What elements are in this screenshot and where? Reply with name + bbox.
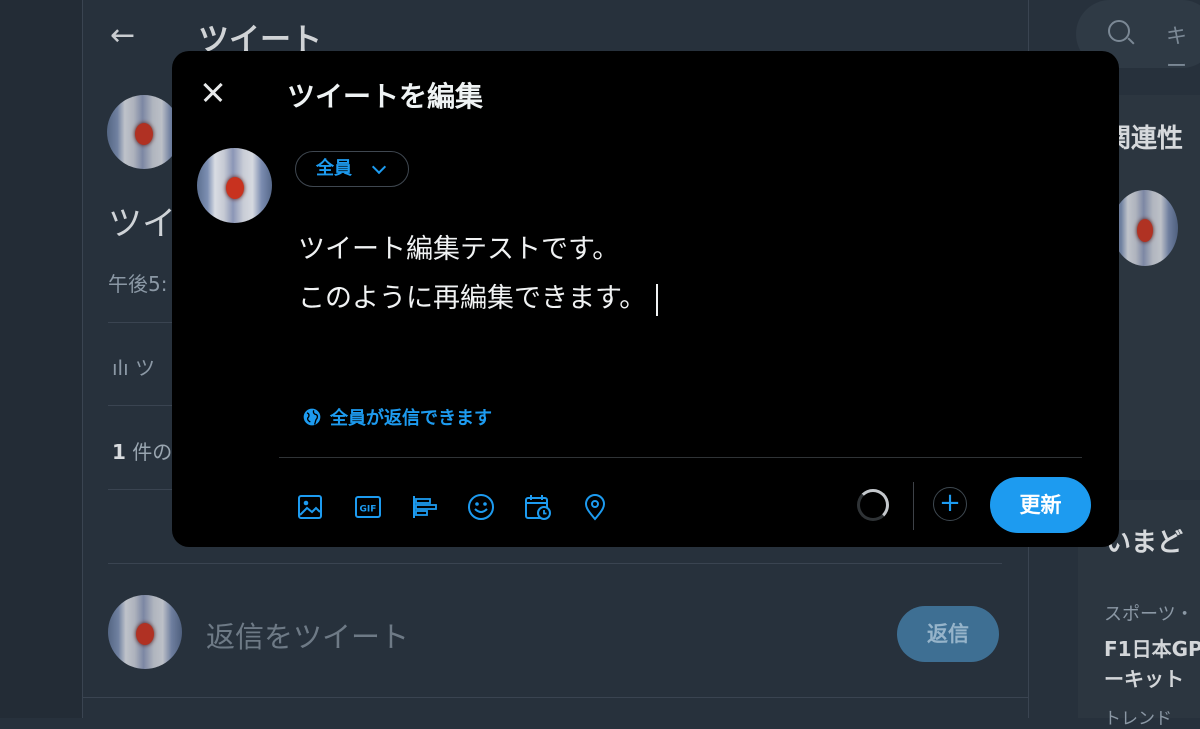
emoji-icon[interactable] bbox=[466, 492, 496, 522]
globe-icon bbox=[303, 408, 321, 426]
modal-title: ツイートを編集 bbox=[287, 80, 484, 113]
edit-tweet-modal: ツイートを編集 全員 ツイート編集テストです。 このように再編集できます。 全員… bbox=[172, 51, 1119, 547]
divider bbox=[108, 563, 1002, 564]
audience-label: 全員 bbox=[316, 158, 352, 179]
gif-icon[interactable]: GIF bbox=[353, 492, 383, 522]
add-tweet-button[interactable]: + bbox=[933, 487, 967, 521]
back-arrow-icon[interactable]: ← bbox=[110, 18, 135, 53]
svg-text:GIF: GIF bbox=[360, 505, 377, 515]
reply-avatar bbox=[108, 595, 182, 669]
count-label: 件の bbox=[132, 440, 173, 464]
poll-icon[interactable] bbox=[410, 492, 440, 522]
column-divider bbox=[82, 0, 83, 718]
character-count-ring bbox=[857, 489, 889, 521]
schedule-icon[interactable] bbox=[523, 492, 553, 522]
avatar[interactable] bbox=[197, 148, 272, 223]
reply-setting-label: 全員が返信できます bbox=[330, 408, 492, 429]
left-gutter bbox=[0, 0, 82, 718]
reply-input[interactable]: 返信をツイート bbox=[206, 614, 409, 656]
close-icon[interactable] bbox=[196, 75, 230, 109]
trend-sub: トレンド bbox=[1104, 709, 1172, 729]
compose-line: このように再編集できます。 bbox=[298, 283, 647, 314]
tweet-timestamp: 午後5: bbox=[108, 272, 168, 296]
update-button[interactable]: 更新 bbox=[990, 477, 1091, 533]
trend-category: スポーツ・ bbox=[1104, 604, 1194, 625]
compose-line: ツイート編集テストです。 bbox=[298, 234, 620, 265]
media-icon[interactable] bbox=[295, 492, 325, 522]
analytics-link[interactable]: ılı ツ bbox=[112, 352, 155, 381]
audience-selector[interactable]: 全員 bbox=[295, 151, 409, 187]
text-caret bbox=[656, 283, 659, 316]
count-number: 1 bbox=[112, 440, 126, 464]
avatar[interactable] bbox=[107, 95, 181, 169]
related-avatar[interactable] bbox=[1112, 190, 1178, 266]
divider bbox=[82, 697, 1028, 698]
divider bbox=[279, 457, 1082, 458]
tweet-text: ツイ bbox=[108, 204, 176, 244]
tweet-compose-input[interactable]: ツイート編集テストです。 このように再編集できます。 bbox=[298, 225, 659, 323]
divider bbox=[913, 482, 914, 530]
analytics-icon: ılı bbox=[112, 356, 136, 380]
search-icon bbox=[1108, 20, 1130, 42]
trend-item[interactable]: F1日本GP ーキット bbox=[1104, 634, 1200, 694]
engagement-count[interactable]: 1 件の bbox=[112, 436, 172, 465]
search-placeholder: キー bbox=[1166, 24, 1187, 78]
reply-setting-button[interactable]: 全員が返信できます bbox=[302, 404, 492, 430]
chevron-down-icon bbox=[371, 159, 387, 175]
reply-button[interactable]: 返信 bbox=[897, 606, 999, 662]
location-icon[interactable] bbox=[580, 492, 610, 522]
analytics-label: ツ bbox=[135, 356, 156, 380]
